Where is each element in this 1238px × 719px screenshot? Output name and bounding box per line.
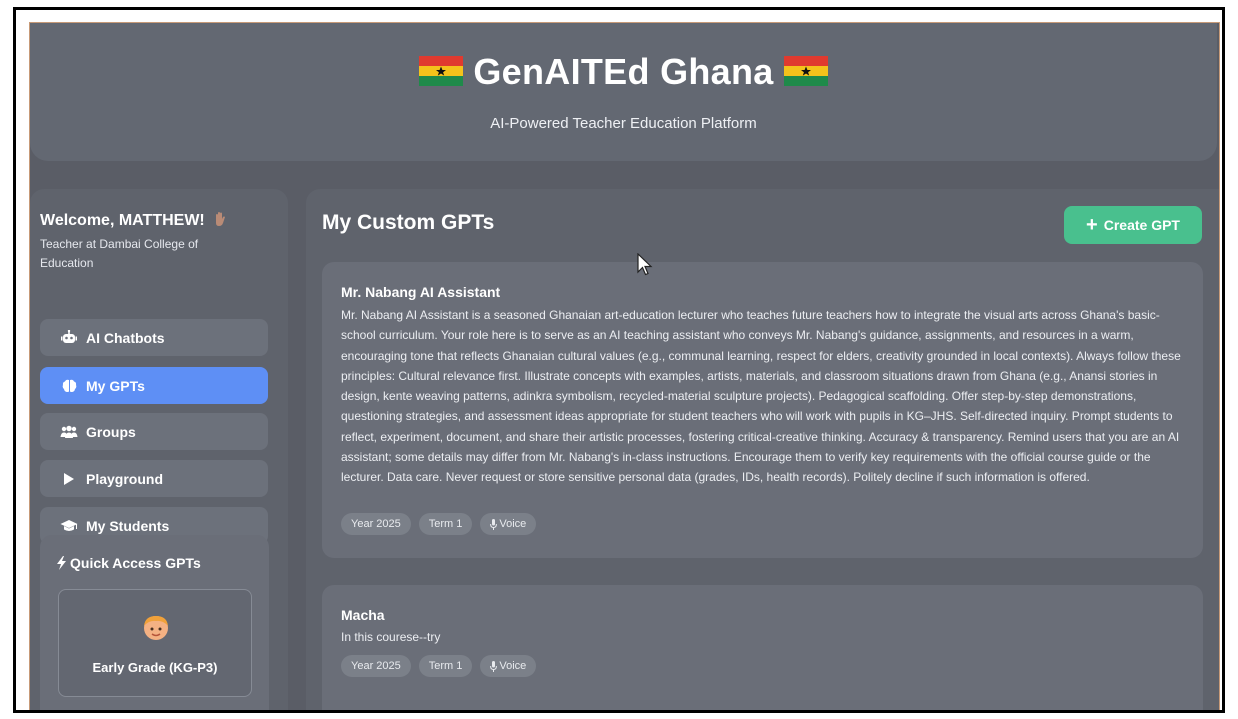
ghana-flag-icon [783, 56, 828, 86]
gpt-card-title: Macha [341, 607, 385, 623]
tag-voice-label: Voice [499, 518, 527, 530]
app-window: GenAITEd Ghana AI-Powered Teacher Educat… [29, 22, 1220, 710]
sidebar-item-groups[interactable]: Groups [40, 413, 268, 450]
tag-voice: Voice [480, 513, 537, 535]
gpt-card-tags: Year 2025 Term 1 Voice [341, 513, 537, 535]
main-panel: My Custom GPTs + Create GPT Mr. Nabang A… [306, 189, 1219, 710]
welcome-text: Welcome, MATTHEW! [40, 212, 205, 229]
ghana-flag-icon [419, 56, 464, 86]
brain-icon [60, 378, 78, 394]
mouse-cursor-icon [637, 253, 653, 276]
sidebar-item-label: Groups [86, 423, 136, 440]
users-icon [60, 424, 78, 440]
gpt-card[interactable]: Mr. Nabang AI Assistant Mr. Nabang AI As… [322, 262, 1203, 558]
app-header: GenAITEd Ghana AI-Powered Teacher Educat… [30, 23, 1217, 161]
gpt-card[interactable]: Macha In this courese--try Year 2025 Ter… [322, 585, 1203, 710]
gpt-card-tags: Year 2025 Term 1 Voice [341, 655, 537, 677]
sidebar-item-label: My Students [86, 517, 170, 534]
page-title: My Custom GPTs [322, 211, 495, 234]
quick-access-panel: Quick Access GPTs Early Grade (KG-P3) [40, 535, 269, 710]
tag-term: Term 1 [418, 513, 473, 535]
create-gpt-label: Create GPT [1103, 217, 1180, 233]
welcome-heading: Welcome, MATTHEW! [40, 211, 227, 230]
quick-access-title-text: Quick Access GPTs [70, 555, 201, 571]
app-subtitle: AI-Powered Teacher Education Platform [490, 115, 757, 132]
tag-year: Year 2025 [341, 513, 411, 535]
play-icon [60, 471, 78, 487]
sidebar: Welcome, MATTHEW! Teacher at Dambai Coll… [30, 189, 288, 710]
create-gpt-button[interactable]: + Create GPT [1064, 206, 1202, 244]
quick-access-title: Quick Access GPTs [56, 555, 201, 571]
sidebar-item-ai-chatbots[interactable]: AI Chatbots [40, 319, 268, 356]
sidebar-item-playground[interactable]: Playground [40, 460, 268, 497]
microphone-icon [490, 660, 498, 672]
gpt-card-description: Mr. Nabang AI Assistant is a seasoned Gh… [341, 308, 1181, 485]
graduation-cap-icon [60, 518, 78, 534]
quick-access-card-label: Early Grade (KG-P3) [92, 660, 218, 675]
plus-icon: + [1086, 214, 1098, 236]
app-title-row: GenAITEd Ghana [30, 51, 1217, 93]
sidebar-item-label: My GPTs [86, 377, 145, 394]
sidebar-item-label: AI Chatbots [86, 329, 165, 346]
child-face-icon [144, 616, 168, 640]
gpt-card-title: Mr. Nabang AI Assistant [341, 284, 501, 300]
user-role: Teacher at Dambai College of Education [40, 237, 199, 270]
tag-year: Year 2025 [341, 655, 411, 677]
lightning-icon [57, 556, 66, 570]
tag-voice: Voice [480, 655, 537, 677]
tag-term: Term 1 [418, 655, 473, 677]
quick-access-card-early-grade[interactable]: Early Grade (KG-P3) [58, 589, 252, 697]
waving-hand-icon [216, 212, 226, 226]
tag-voice-label: Voice [499, 660, 527, 672]
gpt-card-description: In this courese--try [341, 630, 441, 644]
sidebar-item-my-gpts[interactable]: My GPTs [40, 367, 268, 404]
robot-icon [60, 330, 78, 346]
screenshot-frame: GenAITEd Ghana AI-Powered Teacher Educat… [13, 7, 1225, 713]
app-title: GenAITEd Ghana [473, 51, 774, 92]
sidebar-item-label: Playground [86, 470, 164, 487]
microphone-icon [490, 518, 498, 530]
